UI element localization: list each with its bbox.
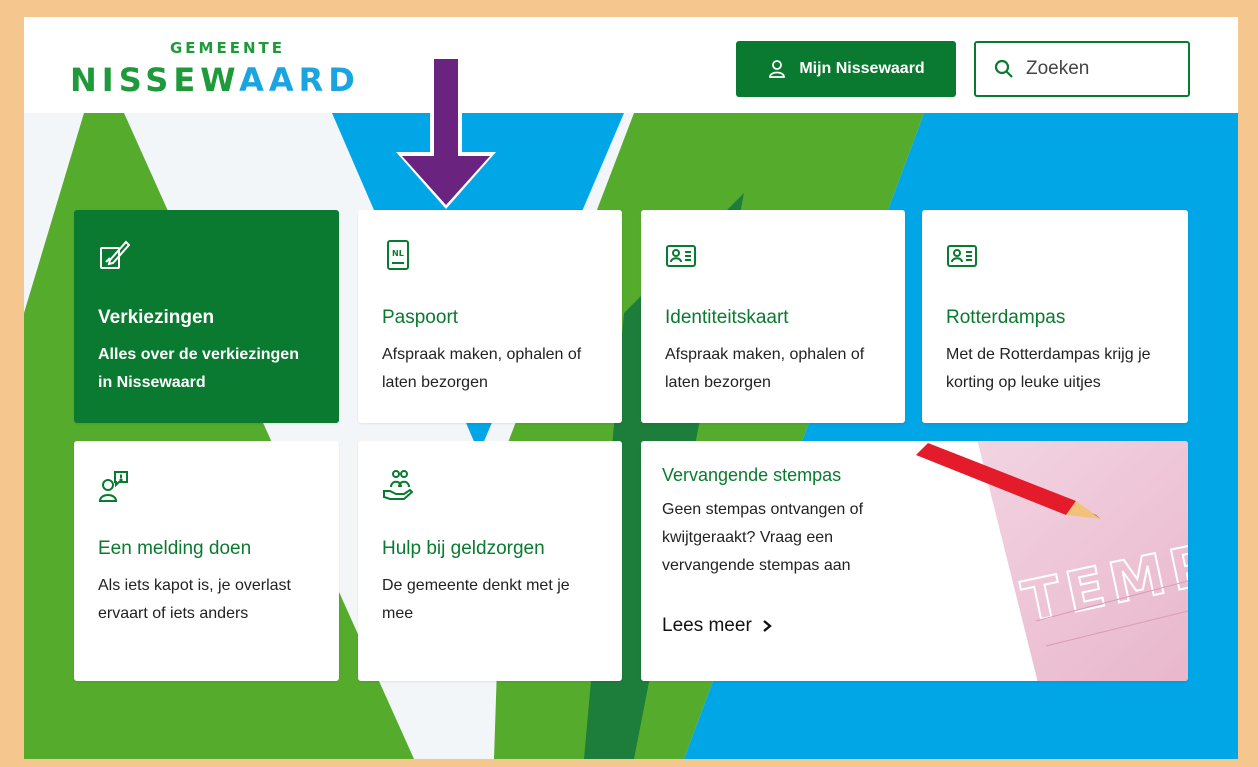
card-hulp-bij-geldzorgen[interactable]: Hulp bij geldzorgen De gemeente denkt me… <box>358 441 622 681</box>
logo-title: NISSEWAARD <box>70 61 360 99</box>
lees-meer-label: Lees meer <box>662 615 752 636</box>
card-vervangende-stempas[interactable]: STEMP Vervangende stempas Geen stempas o… <box>641 441 1188 681</box>
id-card-icon <box>666 245 696 267</box>
search-icon <box>994 59 1013 78</box>
mijn-nissewaard-button[interactable]: Mijn Nissewaard <box>736 41 956 97</box>
card-description: Als iets kapot is, je overlast ervaart o… <box>98 577 291 622</box>
id-card-icon <box>947 245 977 267</box>
mijn-nissewaard-label: Mijn Nissewaard <box>799 60 925 77</box>
card-title: Rotterdampas <box>946 307 1066 328</box>
page-frame: GEMEENTE NISSEWAARD Mijn Nissewaard Verk… <box>24 17 1238 759</box>
logo-subtitle: GEMEENTE <box>170 39 286 57</box>
card-description: Afspraak maken, ophalen of laten bezorge… <box>665 346 865 391</box>
card-title: Hulp bij geldzorgen <box>382 538 545 559</box>
feature-text: Vervangende stempas Geen stempas ontvang… <box>662 465 922 580</box>
logo[interactable]: GEMEENTE NISSEWAARD <box>70 39 370 103</box>
card-title: Paspoort <box>382 307 459 328</box>
card-een-melding-doen[interactable]: Een melding doen Als iets kapot is, je o… <box>74 441 339 681</box>
feature-title: Vervangende stempas <box>662 465 842 485</box>
annotation-arrow-icon <box>396 57 496 209</box>
ballot-pencil-icon <box>100 240 131 269</box>
report-person-icon <box>98 471 128 502</box>
user-icon <box>769 60 786 78</box>
card-title: Identiteitskaart <box>665 307 789 328</box>
card-paspoort[interactable]: NL Paspoort Afspraak maken, ophalen of l… <box>358 210 622 423</box>
card-identiteitskaart[interactable]: Identiteitskaart Afspraak maken, ophalen… <box>641 210 905 423</box>
card-verkiezingen[interactable]: Verkiezingen Alles over de verkiezingen … <box>74 210 339 423</box>
site-header: GEMEENTE NISSEWAARD Mijn Nissewaard <box>24 17 1238 113</box>
card-title: Verkiezingen <box>98 307 215 328</box>
card-description: De gemeente denkt met je mee <box>382 577 570 622</box>
passport-icon: NL <box>387 240 409 270</box>
card-rotterdampas[interactable]: Rotterdampas Met de Rotterdampas krijg j… <box>922 210 1188 423</box>
feature-description: Geen stempas ontvangen of kwijtgeraakt? … <box>662 501 864 574</box>
chevron-right-icon <box>763 620 772 632</box>
stempas-photo: STEMP <box>916 441 1188 681</box>
card-title: Een melding doen <box>98 538 252 559</box>
search-input[interactable] <box>1026 58 1166 80</box>
card-description: Met de Rotterdampas krijg je korting op … <box>946 346 1151 391</box>
search-box[interactable] <box>974 41 1190 97</box>
helping-hand-icon <box>383 470 414 500</box>
card-description: Afspraak maken, ophalen of laten bezorge… <box>382 346 582 391</box>
svg-text:NL: NL <box>392 249 404 258</box>
lees-meer-link[interactable]: Lees meer <box>662 615 773 637</box>
card-description: Alles over de verkiezingen in Nissewaard <box>98 346 299 391</box>
